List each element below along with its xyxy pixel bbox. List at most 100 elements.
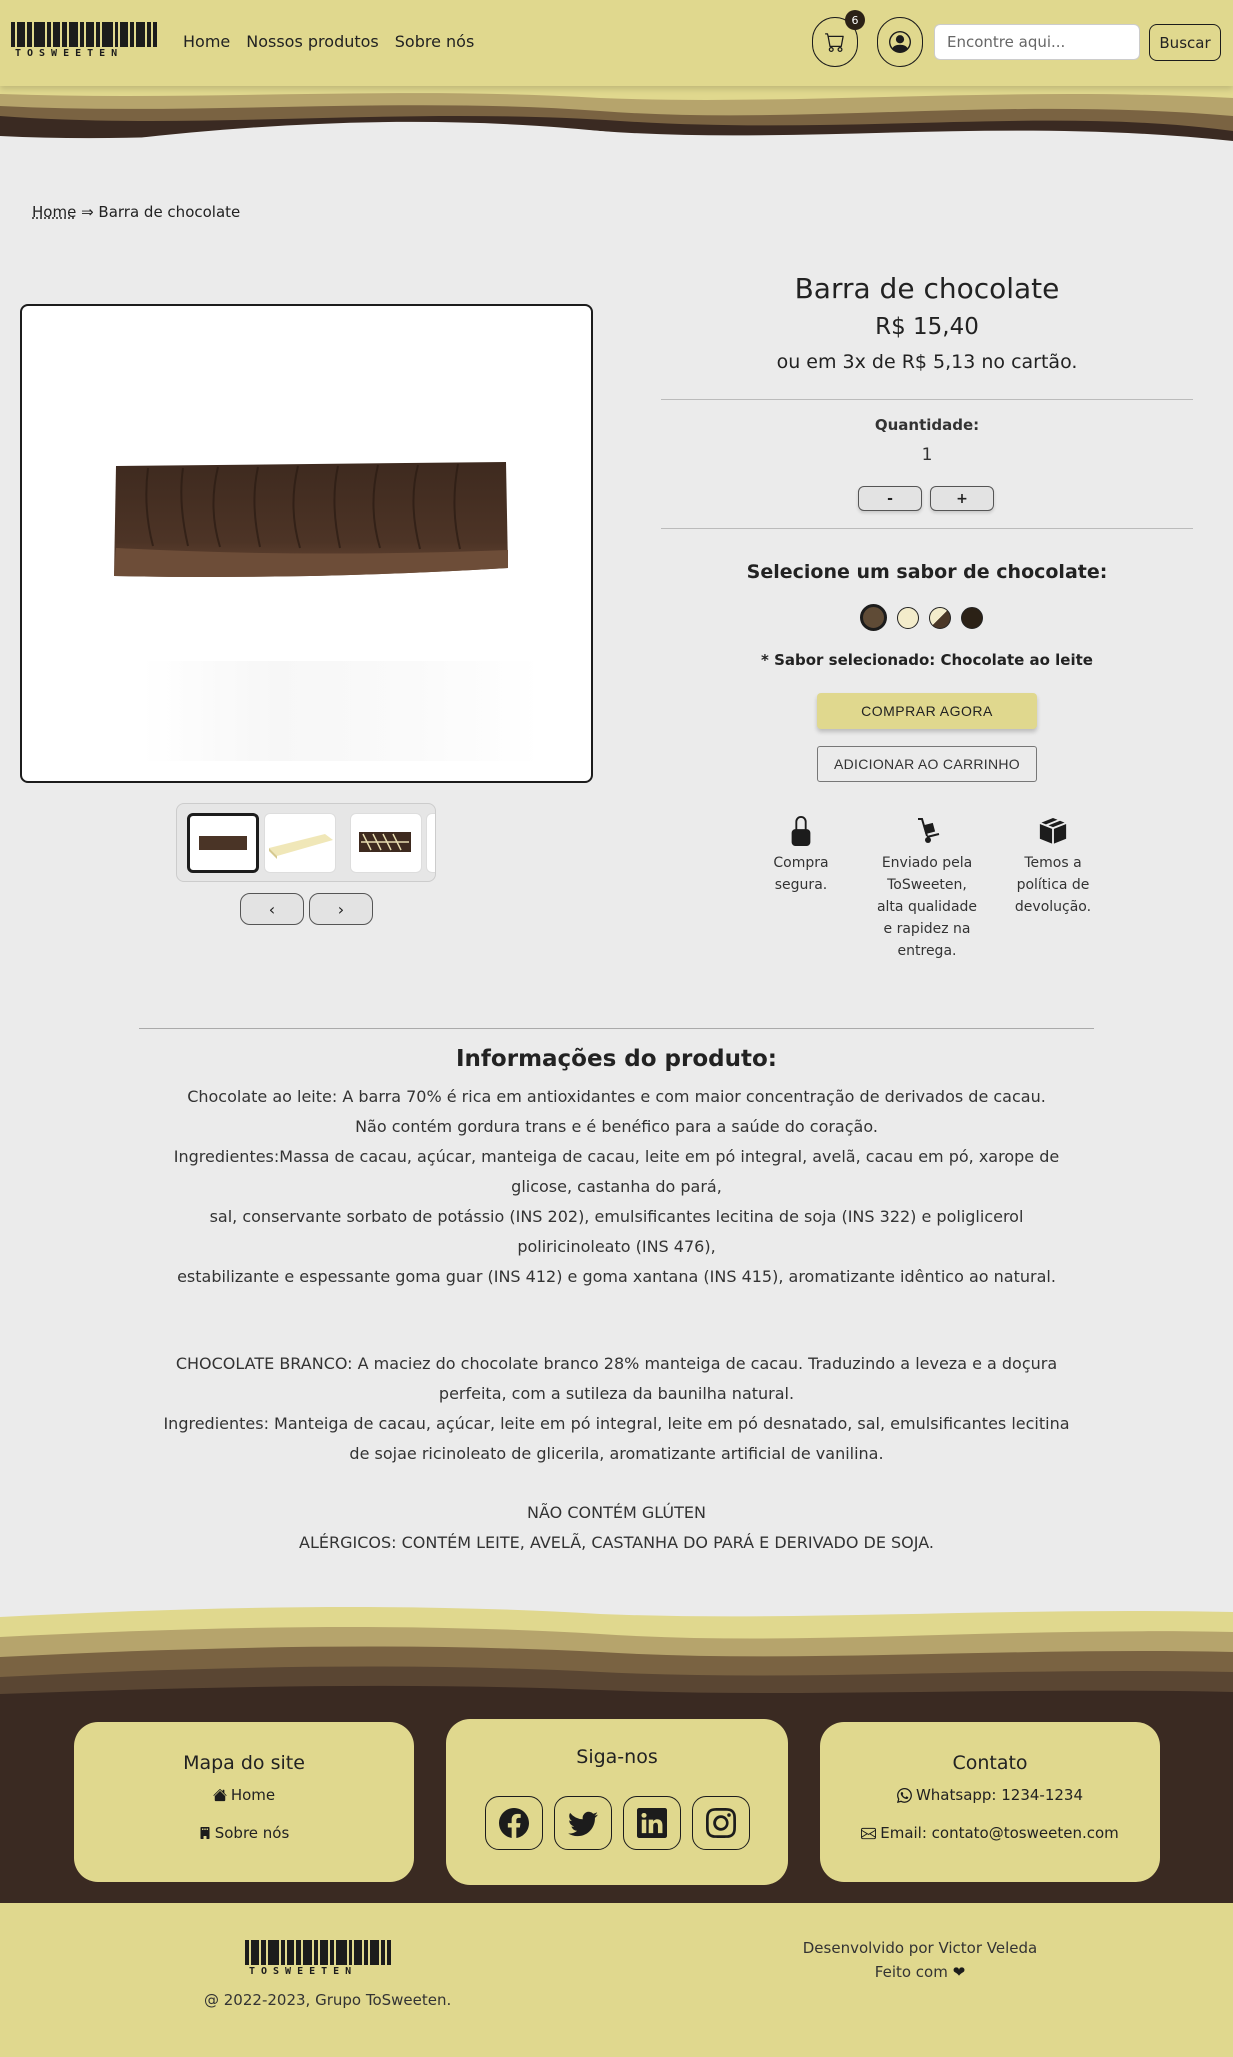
breadcrumb-separator: ⇒	[76, 203, 99, 221]
sitemap-about-link[interactable]: Sobre nós	[74, 1824, 414, 1842]
feature-secure-purchase: Compra segura.	[746, 816, 856, 896]
thumbnail-mixed-chocolate[interactable]	[350, 813, 422, 873]
breadcrumb-current: Barra de chocolate	[98, 203, 241, 221]
product-price: R$ 15,40	[875, 314, 979, 340]
image-shadow	[142, 661, 542, 761]
search-input[interactable]	[934, 24, 1140, 60]
info-line: estabilizante e espessante goma guar (IN…	[177, 1267, 1056, 1286]
info-line: Ingredientes: Manteiga de cacau, açúcar,…	[163, 1414, 1070, 1463]
facebook-button[interactable]	[484, 1796, 543, 1850]
quantity-decrease-button[interactable]: -	[858, 486, 922, 511]
logo-wordmark: TOSWEETEN	[15, 48, 124, 59]
contact-email[interactable]: Email: contato@tosweeten.com	[820, 1824, 1160, 1842]
info-line: Não contém gordura trans e é benéfico pa…	[355, 1117, 878, 1136]
contact-whatsapp[interactable]: Whatsapp: 1234-1234	[820, 1786, 1160, 1804]
add-to-cart-button[interactable]: ADICIONAR AO CARRINHO	[817, 746, 1037, 782]
nav-link-about[interactable]: Sobre nós	[395, 32, 475, 51]
copyright-text: @ 2022-2023, Grupo ToSweeten.	[204, 1991, 452, 2009]
info-white-chocolate: CHOCOLATE BRANCO: A maciez do chocolate …	[160, 1349, 1073, 1469]
brand-logo[interactable]: TOSWEETEN	[11, 22, 159, 60]
facebook-icon	[498, 1808, 529, 1838]
logo-wordmark: TOSWEETEN	[249, 1966, 358, 1977]
twitter-button[interactable]	[553, 1796, 612, 1850]
feature-text: Enviado pela ToSweeten, alta qualidade e…	[876, 855, 978, 959]
twitter-icon	[567, 1811, 598, 1837]
social-title: Siga-nos	[576, 1746, 658, 1768]
carousel-prev-button[interactable]: ‹	[240, 893, 304, 925]
contact-email-text: Email: contato@tosweeten.com	[880, 1824, 1119, 1842]
lock-icon	[791, 816, 811, 846]
thumbnail-white-chocolate[interactable]	[264, 813, 336, 873]
footer-sitemap-card: Mapa do site Home Sobre nós	[74, 1722, 414, 1882]
feature-text: Compra segura.	[773, 855, 829, 893]
instagram-button[interactable]	[691, 1796, 750, 1850]
flavor-swatch-milk[interactable]	[860, 604, 887, 631]
footer-bottom: TOSWEETEN @ 2022-2023, Grupo ToSweeten. …	[0, 1903, 1233, 2057]
user-icon	[889, 31, 911, 53]
thumb-mixed-image	[359, 832, 411, 852]
info-title: Informações do produto:	[455, 1046, 777, 1072]
feature-returns: Temos a política de devolução.	[998, 816, 1108, 918]
house-icon	[213, 1789, 227, 1802]
logo-barcode	[11, 22, 159, 47]
carousel-next-button[interactable]: ›	[309, 893, 373, 925]
linkedin-button[interactable]	[622, 1796, 681, 1850]
heart-icon: ❤	[952, 1963, 966, 1981]
developer-credit: Desenvolvido por Victor Veleda Feito com…	[760, 1936, 1080, 1984]
nav-link-products[interactable]: Nossos produtos	[246, 32, 379, 51]
cart-icon	[825, 33, 844, 52]
flavor-swatch-white[interactable]	[897, 607, 919, 629]
quantity-value: 1	[921, 445, 933, 465]
footer-social-card: Siga-nos	[446, 1719, 788, 1885]
hand-truck-icon	[918, 818, 940, 843]
product-main-image	[20, 304, 593, 783]
thumb-white-image	[269, 834, 333, 859]
info-line: CHOCOLATE BRANCO: A maciez do chocolate …	[175, 1354, 1058, 1403]
user-account-button[interactable]	[877, 17, 923, 67]
flavor-swatch-mixed[interactable]	[929, 607, 951, 629]
sitemap-home-link[interactable]: Home	[74, 1786, 414, 1804]
footer-wave-decoration	[0, 1606, 1233, 1702]
cart-button[interactable]: 6	[812, 10, 865, 67]
search-button[interactable]: Buscar	[1149, 24, 1221, 61]
building-icon	[200, 1827, 210, 1839]
breadcrumb-home-link[interactable]: Home	[32, 203, 76, 221]
thumb-milk-image	[199, 836, 247, 850]
feature-shipping: Enviado pela ToSweeten, alta qualidade e…	[872, 816, 982, 962]
product-installments: ou em 3x de R$ 5,13 no cartão.	[776, 351, 1078, 373]
thumbnail-milk-chocolate[interactable]	[187, 813, 259, 873]
quantity-label: Quantidade:	[874, 416, 980, 434]
contact-title: Contato	[952, 1752, 1028, 1774]
social-links	[446, 1796, 788, 1850]
nav-links: Home Nossos produtos Sobre nós	[183, 32, 474, 51]
navbar: TOSWEETEN Home Nossos produtos Sobre nós…	[0, 0, 1233, 86]
header-wave-decoration	[0, 86, 1233, 181]
linkedin-icon	[636, 1808, 667, 1838]
info-line: ALÉRGICOS: CONTÉM LEITE, AVELÃ, CASTANHA…	[299, 1533, 934, 1552]
flavor-swatch-dark[interactable]	[961, 607, 983, 629]
box-icon	[1039, 818, 1067, 844]
quantity-increase-button[interactable]: +	[930, 486, 994, 511]
thumbnail-strip	[176, 803, 436, 882]
chocolate-bar-image	[114, 462, 508, 577]
whatsapp-icon	[896, 1787, 912, 1803]
logo-barcode	[245, 1940, 393, 1965]
info-line: Ingredientes:Massa de cacau, açúcar, man…	[173, 1147, 1060, 1196]
made-with-line: Feito com ❤	[760, 1960, 1080, 1984]
sitemap-about-label: Sobre nós	[214, 1824, 290, 1842]
flavor-heading: Selecione um sabor de chocolate:	[746, 561, 1108, 583]
thumbnail-dark-chocolate[interactable]	[426, 813, 435, 873]
info-line: Chocolate ao leite: A barra 70% é rica e…	[187, 1087, 1046, 1106]
nav-link-home[interactable]: Home	[183, 32, 230, 51]
flavor-selected-text: * Sabor selecionado: Chocolate ao leite	[761, 651, 1093, 669]
made-with-text: Feito com	[874, 1963, 948, 1981]
contact-whatsapp-text: Whatsapp: 1234-1234	[915, 1786, 1084, 1804]
buy-now-button[interactable]: COMPRAR AGORA	[817, 693, 1037, 729]
footer-brand-logo[interactable]: TOSWEETEN	[245, 1940, 393, 1978]
info-milk-chocolate: Chocolate ao leite: A barra 70% é rica e…	[160, 1082, 1073, 1292]
breadcrumb: Home ⇒ Barra de chocolate	[32, 203, 240, 221]
instagram-icon	[705, 1808, 736, 1838]
info-divider	[139, 1028, 1094, 1029]
info-line: NÃO CONTÉM GLÚTEN	[527, 1503, 706, 1522]
divider	[661, 399, 1193, 400]
